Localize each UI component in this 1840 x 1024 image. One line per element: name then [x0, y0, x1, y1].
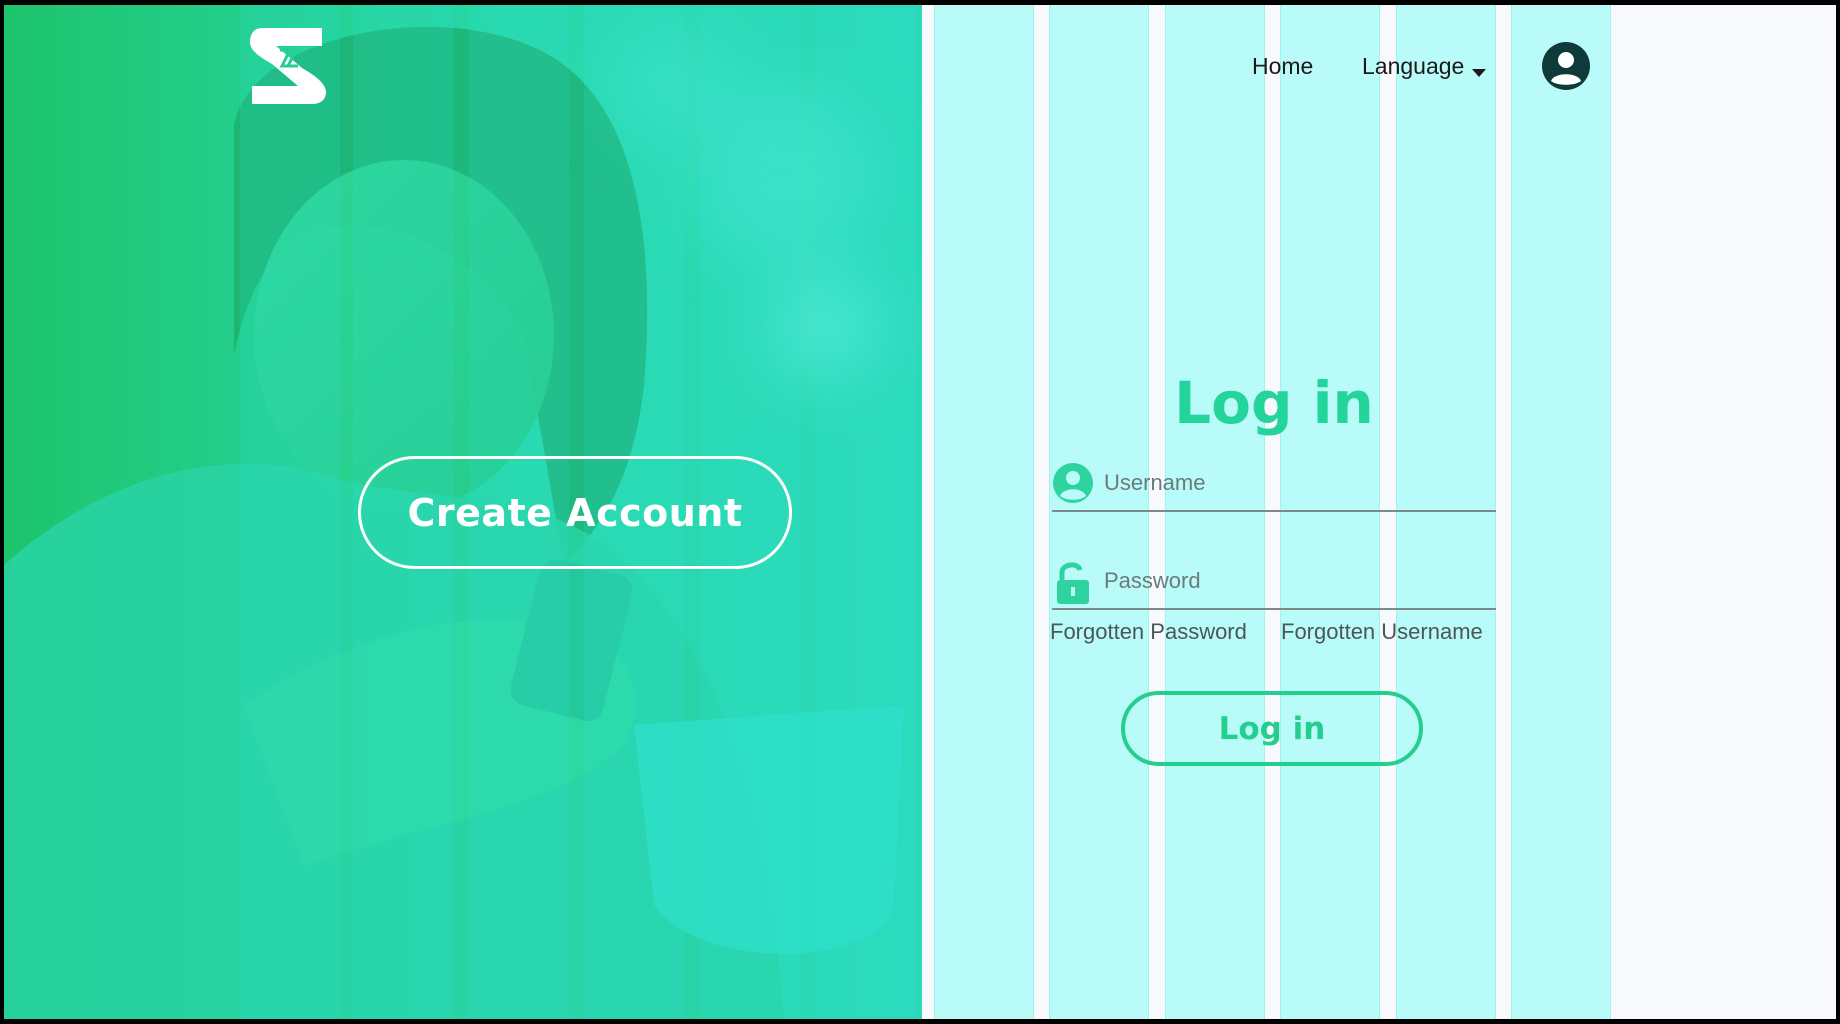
brand-logo-icon[interactable] [246, 24, 330, 108]
account-circle-icon[interactable] [1541, 41, 1591, 91]
unlocked-padlock-icon [1057, 562, 1089, 604]
login-title: Log in [1174, 369, 1374, 437]
create-account-button[interactable]: Create Account [358, 456, 792, 569]
username-field[interactable]: Username [1052, 460, 1496, 512]
login-screen: Create Account Home Language Log in User… [4, 5, 1836, 1019]
password-placeholder: Password [1104, 568, 1201, 593]
grid-column [1165, 5, 1265, 1019]
forgotten-password-link[interactable]: Forgotten Password [1050, 619, 1247, 645]
grid-column [1396, 5, 1496, 1019]
grid-column [1049, 5, 1149, 1019]
password-field[interactable]: Password [1052, 558, 1496, 610]
grid-column [934, 5, 1034, 1019]
login-button[interactable]: Log in [1121, 691, 1423, 766]
grid-column [815, 5, 915, 1019]
grid-column [1511, 5, 1611, 1019]
nav-home-link[interactable]: Home [1252, 53, 1313, 80]
login-panel [922, 5, 1836, 1019]
user-icon [1053, 463, 1093, 503]
username-placeholder: Username [1104, 470, 1206, 495]
caret-down-icon[interactable] [1472, 69, 1486, 77]
hero-panel: Create Account [4, 5, 922, 1019]
nav-language-dropdown[interactable]: Language [1362, 53, 1464, 80]
grid-column [1280, 5, 1380, 1019]
grid-column [240, 5, 340, 1019]
forgotten-username-link[interactable]: Forgotten Username [1281, 619, 1483, 645]
